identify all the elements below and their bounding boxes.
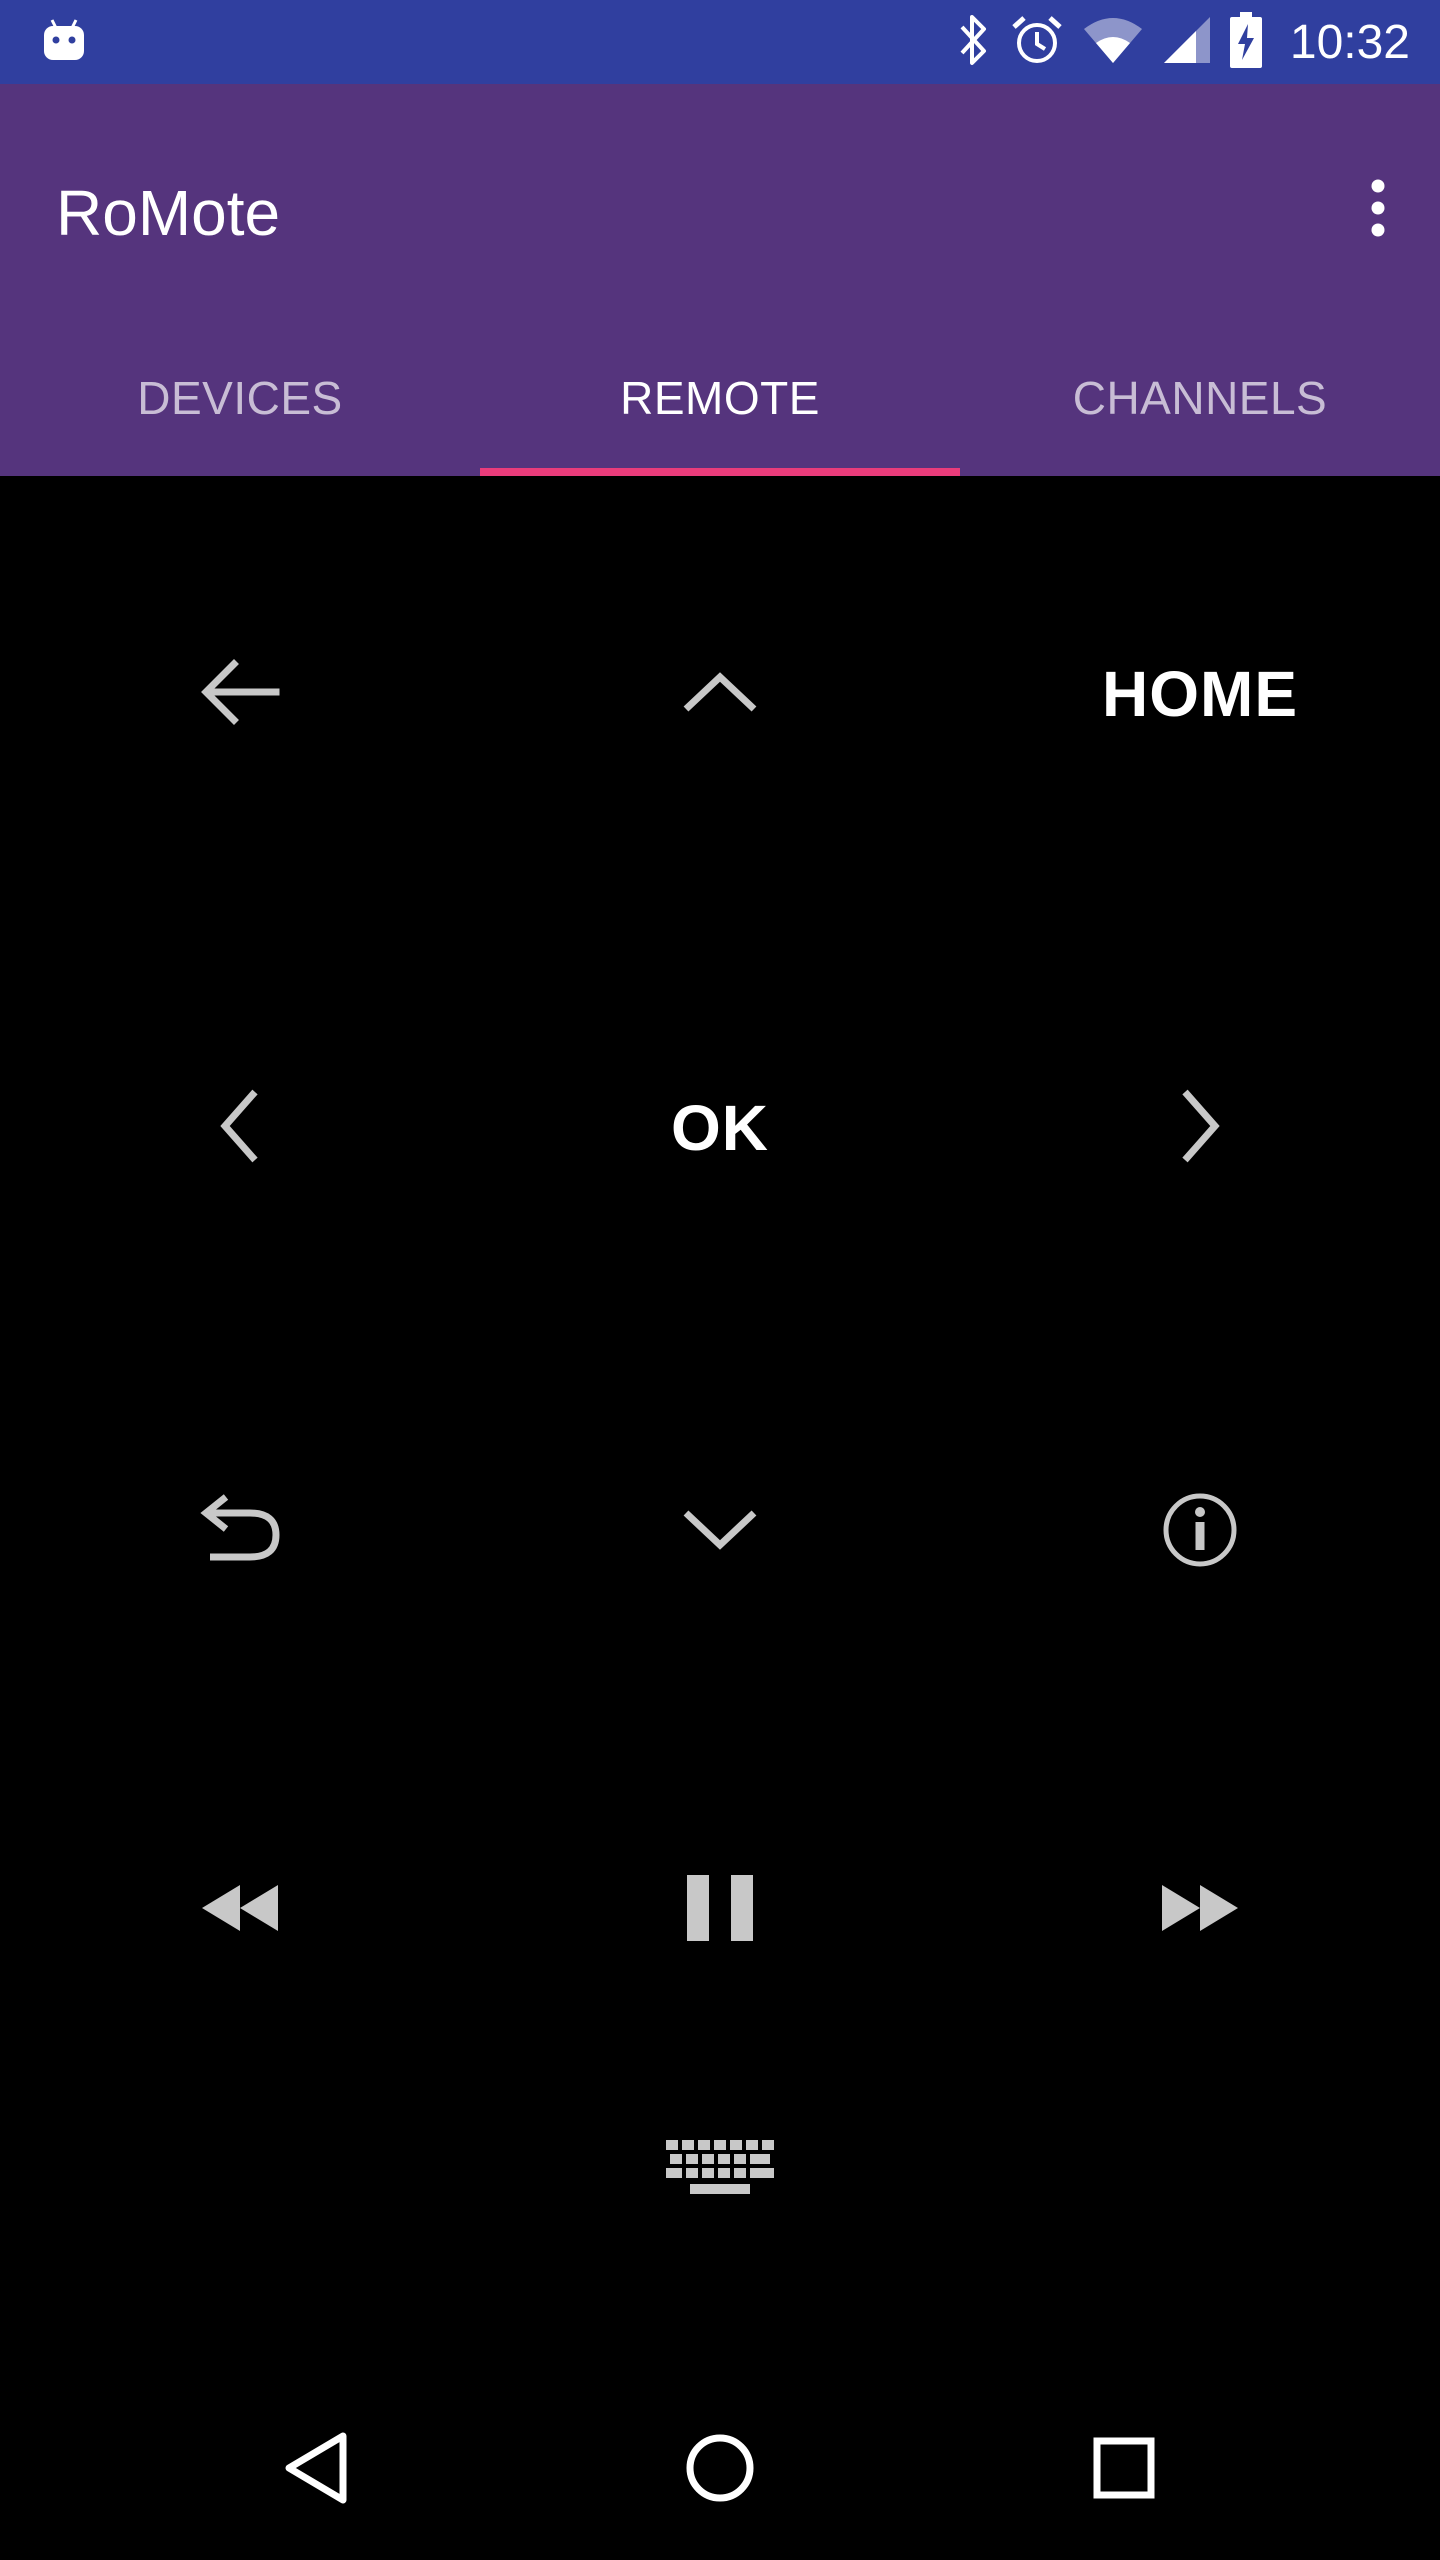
tab-bar: DEVICES REMOTE CHANNELS: [0, 324, 1440, 476]
tab-channels[interactable]: CHANNELS: [960, 324, 1440, 476]
replay-button[interactable]: [90, 1432, 390, 1632]
right-button[interactable]: [1050, 1028, 1350, 1228]
app-title: RoMote: [56, 177, 281, 249]
nav-home-button[interactable]: [660, 2410, 780, 2530]
tab-devices-label: DEVICES: [137, 372, 343, 424]
info-button[interactable]: [1050, 1432, 1350, 1632]
bluetooth-icon: [956, 13, 992, 72]
nav-back-icon: [281, 2430, 351, 2511]
info-icon: [1160, 1490, 1240, 1575]
chevron-right-icon: [1175, 1086, 1225, 1171]
tab-channels-label: CHANNELS: [1072, 372, 1328, 424]
ok-label: OK: [671, 1092, 769, 1164]
chevron-left-icon: [215, 1086, 265, 1171]
chevron-up-icon: [680, 667, 760, 722]
status-bar: 10:32: [0, 0, 1440, 84]
remote-panel: HOME OK: [0, 476, 1440, 2376]
back-button[interactable]: [90, 594, 390, 794]
tab-remote-label: REMOTE: [620, 372, 820, 424]
home-label: HOME: [1102, 658, 1298, 730]
down-button[interactable]: [570, 1432, 870, 1632]
alarm-icon: [1010, 13, 1064, 72]
home-button[interactable]: HOME: [1050, 594, 1350, 794]
up-button[interactable]: [570, 594, 870, 794]
nav-recents-icon: [1092, 2436, 1156, 2505]
rewind-button[interactable]: [90, 1810, 390, 2010]
rewind-icon: [200, 1883, 280, 1938]
keyboard-icon: [664, 2138, 776, 2203]
battery-charging-icon: [1229, 11, 1262, 73]
nav-home-icon: [684, 2432, 756, 2509]
play-pause-button[interactable]: [570, 1810, 870, 2010]
pause-icon: [685, 1874, 755, 1946]
nav-recents-button[interactable]: [1064, 2410, 1184, 2530]
nav-back-button[interactable]: [256, 2410, 376, 2530]
app-bar: RoMote DEVICES REMOTE CHANNELS: [0, 84, 1440, 476]
fast-forward-button[interactable]: [1050, 1810, 1350, 2010]
signal-icon: [1162, 15, 1212, 70]
chevron-down-icon: [680, 1505, 760, 1560]
fast-forward-icon: [1160, 1883, 1240, 1938]
keyboard-button[interactable]: [570, 2070, 870, 2270]
android-icon: [42, 16, 86, 67]
tab-devices[interactable]: DEVICES: [0, 324, 480, 476]
wifi-icon: [1082, 15, 1144, 70]
arrow-back-icon: [198, 650, 282, 739]
left-button[interactable]: [90, 1028, 390, 1228]
tab-remote[interactable]: REMOTE: [480, 324, 960, 476]
undo-icon: [198, 1493, 282, 1572]
status-time: 10:32: [1289, 15, 1410, 69]
more-vert-icon[interactable]: [1336, 166, 1420, 250]
ok-button[interactable]: OK: [570, 1028, 870, 1228]
system-nav-bar: [0, 2380, 1440, 2560]
